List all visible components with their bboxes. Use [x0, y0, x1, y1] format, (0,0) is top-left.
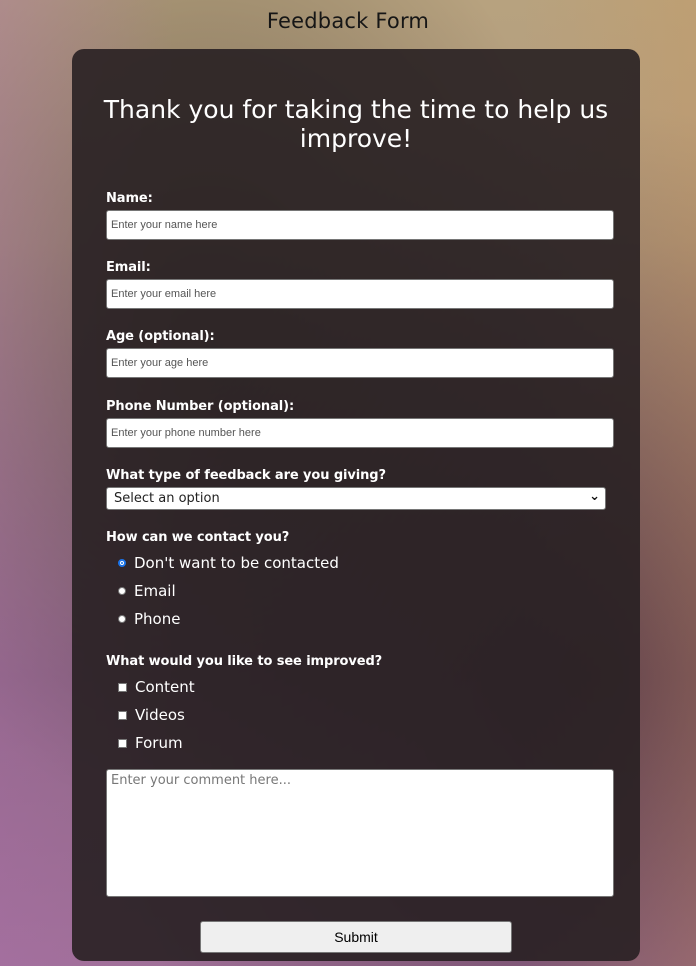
improve-option-forum[interactable]: Forum [118, 734, 183, 752]
improve-label: What would you like to see improved? [106, 654, 383, 669]
improve-option-videos[interactable]: Videos [118, 706, 185, 724]
email-input[interactable] [106, 279, 614, 309]
improve-option-label: Videos [135, 706, 185, 724]
page-title: Feedback Form [266, 9, 430, 33]
submit-button[interactable]: Submit [200, 921, 512, 953]
email-label: Email: [106, 260, 151, 275]
improve-option-content[interactable]: Content [118, 678, 195, 696]
radio-button[interactable] [118, 615, 126, 623]
contact-option-label: Email [134, 582, 176, 600]
contact-option-none[interactable]: Don't want to be contacted [118, 554, 339, 572]
radio-button-selected[interactable] [118, 559, 126, 567]
contact-label: How can we contact you? [106, 530, 290, 545]
contact-option-label: Phone [134, 610, 181, 628]
radio-button[interactable] [118, 587, 126, 595]
feedback-type-selected: Select an option [114, 491, 220, 506]
feedback-type-label: What type of feedback are you giving? [106, 468, 386, 483]
improve-option-label: Content [135, 678, 195, 696]
checkbox[interactable] [118, 738, 127, 748]
phone-input[interactable] [106, 418, 614, 448]
improve-option-label: Forum [135, 734, 183, 752]
checkbox[interactable] [118, 710, 127, 720]
checkbox[interactable] [118, 682, 127, 692]
age-input[interactable] [106, 348, 614, 378]
comment-textarea[interactable] [106, 769, 614, 897]
name-input[interactable] [106, 210, 614, 240]
contact-option-label: Don't want to be contacted [134, 554, 339, 572]
age-label: Age (optional): [106, 329, 215, 344]
feedback-form-card: Thank you for taking the time to help us… [72, 49, 640, 961]
phone-label: Phone Number (optional): [106, 399, 295, 414]
name-label: Name: [106, 191, 153, 206]
feedback-type-select[interactable]: Select an option ⌄ [106, 487, 606, 510]
contact-option-phone[interactable]: Phone [118, 610, 180, 628]
chevron-down-icon: ⌄ [589, 489, 600, 504]
contact-option-email[interactable]: Email [118, 582, 176, 600]
form-headline: Thank you for taking the time to help us… [103, 95, 609, 153]
